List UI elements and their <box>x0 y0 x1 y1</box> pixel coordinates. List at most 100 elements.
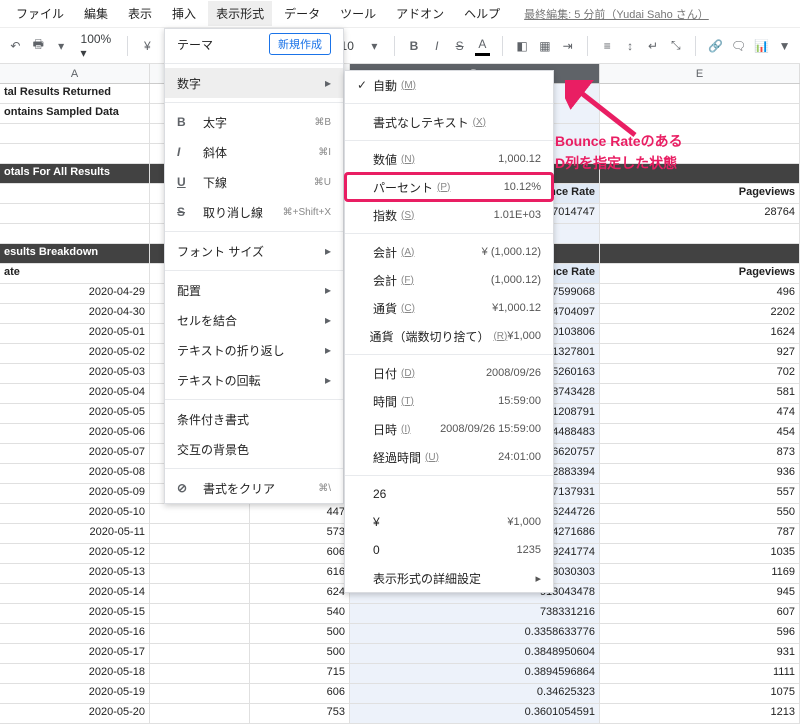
menu-data[interactable]: データ <box>276 1 328 26</box>
cell[interactable]: 2020-05-01 <box>0 324 150 343</box>
cell[interactable]: 945 <box>600 584 800 603</box>
menu-rotate[interactable]: テキストの回転▸ <box>165 365 343 395</box>
cell[interactable]: 0.3894596864 <box>350 664 600 683</box>
menu-help[interactable]: ヘルプ <box>456 1 508 26</box>
cell[interactable] <box>150 504 250 523</box>
cell[interactable] <box>600 84 800 103</box>
cell[interactable] <box>150 684 250 703</box>
col-header-e[interactable]: E <box>600 64 800 83</box>
cell[interactable]: 606 <box>250 684 350 703</box>
number-format-item[interactable]: 日付(D)2008/09/26 <box>345 359 553 387</box>
cell[interactable] <box>600 144 800 163</box>
number-format-item[interactable]: 通貨（端数切り捨て）(R)¥1,000 <box>345 322 553 350</box>
number-format-item[interactable]: 指数(S)1.01E+03 <box>345 201 553 229</box>
cell[interactable]: 2020-05-06 <box>0 424 150 443</box>
cell[interactable]: Pageviews <box>600 264 800 283</box>
cell[interactable]: otals For All Results <box>0 164 150 183</box>
cell[interactable]: 500 <box>250 644 350 663</box>
zoom-select[interactable]: 100% ▾ <box>77 32 116 60</box>
cell[interactable]: 550 <box>600 504 800 523</box>
cell[interactable]: Pageviews <box>600 184 800 203</box>
number-format-item[interactable]: パーセント(P)10.12% <box>345 173 553 201</box>
cell[interactable]: 573 <box>250 524 350 543</box>
chart-icon[interactable]: 📊 <box>754 36 769 56</box>
table-row[interactable]: 2020-05-175000.3848950604931 <box>0 644 800 664</box>
menu-align[interactable]: 配置▸ <box>165 275 343 305</box>
cell[interactable]: 2020-05-08 <box>0 464 150 483</box>
cell[interactable]: 2202 <box>600 304 800 323</box>
cell[interactable]: 2020-05-19 <box>0 684 150 703</box>
cell[interactable]: 2020-05-02 <box>0 344 150 363</box>
cell[interactable] <box>0 204 150 223</box>
cell[interactable]: ontains Sampled Data <box>0 104 150 123</box>
strike-icon[interactable]: S <box>452 36 467 56</box>
number-format-item[interactable]: 経過時間(U)24:01:00 <box>345 443 553 471</box>
menu-merge[interactable]: セルを結合▸ <box>165 305 343 335</box>
cell[interactable]: 0.3848950604 <box>350 644 600 663</box>
cell[interactable]: 1111 <box>600 664 800 683</box>
last-edit-text[interactable]: 最終編集: 5 分前（Yudai Saho さん） <box>524 6 709 22</box>
new-theme-button[interactable]: 新規作成 <box>269 33 331 55</box>
cell[interactable]: 2020-05-15 <box>0 604 150 623</box>
cell[interactable]: 1213 <box>600 704 800 723</box>
table-row[interactable]: 2020-05-165000.3358633776596 <box>0 624 800 644</box>
cell[interactable]: 1075 <box>600 684 800 703</box>
number-format-item[interactable]: ✓自動(M) <box>345 71 553 99</box>
cell[interactable]: 936 <box>600 464 800 483</box>
number-format-item[interactable]: 会計(F)(1,000.12) <box>345 266 553 294</box>
cell[interactable]: 927 <box>600 344 800 363</box>
menu-number[interactable]: 数字▸ <box>165 68 343 98</box>
cell[interactable] <box>150 544 250 563</box>
menu-addons[interactable]: アドオン <box>388 1 452 26</box>
menu-font-size[interactable]: フォント サイズ▸ <box>165 236 343 266</box>
paint-format-icon[interactable]: ▾ <box>54 36 69 56</box>
cell[interactable] <box>0 184 150 203</box>
cell[interactable]: esults Breakdown <box>0 244 150 263</box>
cell[interactable]: 2020-05-18 <box>0 664 150 683</box>
menu-bold[interactable]: B太字⌘B <box>165 107 343 137</box>
menu-view[interactable]: 表示 <box>120 1 160 26</box>
cell[interactable]: 715 <box>250 664 350 683</box>
table-row[interactable]: 2020-05-18 7150.38945968641111 <box>0 664 800 684</box>
number-format-item[interactable]: 時間(T)15:59:00 <box>345 387 553 415</box>
print-icon[interactable]: 🖶 <box>31 36 46 56</box>
menu-conditional[interactable]: 条件付き書式 <box>165 404 343 434</box>
cell[interactable]: 738331216 <box>350 604 600 623</box>
menu-edit[interactable]: 編集 <box>76 1 116 26</box>
cell[interactable]: 624 <box>250 584 350 603</box>
menu-wrap[interactable]: テキストの折り返し▸ <box>165 335 343 365</box>
menu-theme[interactable]: テーマ 新規作成 <box>165 29 343 59</box>
cell[interactable] <box>600 244 800 263</box>
cell[interactable]: 1169 <box>600 564 800 583</box>
text-color-icon[interactable]: A <box>475 36 490 56</box>
number-format-item[interactable]: 通貨(C)¥1,000.12 <box>345 294 553 322</box>
menu-alt-colors[interactable]: 交互の背景色 <box>165 434 343 464</box>
cell[interactable]: 873 <box>600 444 800 463</box>
font-size-dropdown-icon[interactable]: ▾ <box>367 36 382 56</box>
cell[interactable]: 753 <box>250 704 350 723</box>
cell[interactable]: 2020-05-09 <box>0 484 150 503</box>
menu-insert[interactable]: 挿入 <box>164 1 204 26</box>
cell[interactable] <box>600 224 800 243</box>
cell[interactable]: 606 <box>250 544 350 563</box>
h-align-icon[interactable]: ≡ <box>600 36 615 56</box>
menu-clear-format[interactable]: ⊘書式をクリア⌘\ <box>165 473 343 503</box>
cell[interactable]: 0.3358633776 <box>350 624 600 643</box>
cell[interactable]: 540 <box>250 604 350 623</box>
cell[interactable]: 1035 <box>600 544 800 563</box>
merge-icon[interactable]: ⇥ <box>560 36 575 56</box>
cell[interactable]: 2020-05-07 <box>0 444 150 463</box>
menu-italic[interactable]: I斜体⌘I <box>165 137 343 167</box>
comment-icon[interactable]: 🗨 <box>731 36 746 56</box>
cell[interactable] <box>150 644 250 663</box>
cell[interactable] <box>600 104 800 123</box>
cell[interactable]: 2020-05-14 <box>0 584 150 603</box>
col-header-a[interactable]: A <box>0 64 150 83</box>
filter-icon[interactable]: ▼ <box>777 36 792 56</box>
number-format-item[interactable]: 01235 <box>345 536 553 564</box>
table-row[interactable]: 2020-05-196060.346253231075 <box>0 684 800 704</box>
menu-format[interactable]: 表示形式 <box>208 1 272 26</box>
cell[interactable] <box>0 144 150 163</box>
cell[interactable]: 2020-05-05 <box>0 404 150 423</box>
cell[interactable]: 702 <box>600 364 800 383</box>
